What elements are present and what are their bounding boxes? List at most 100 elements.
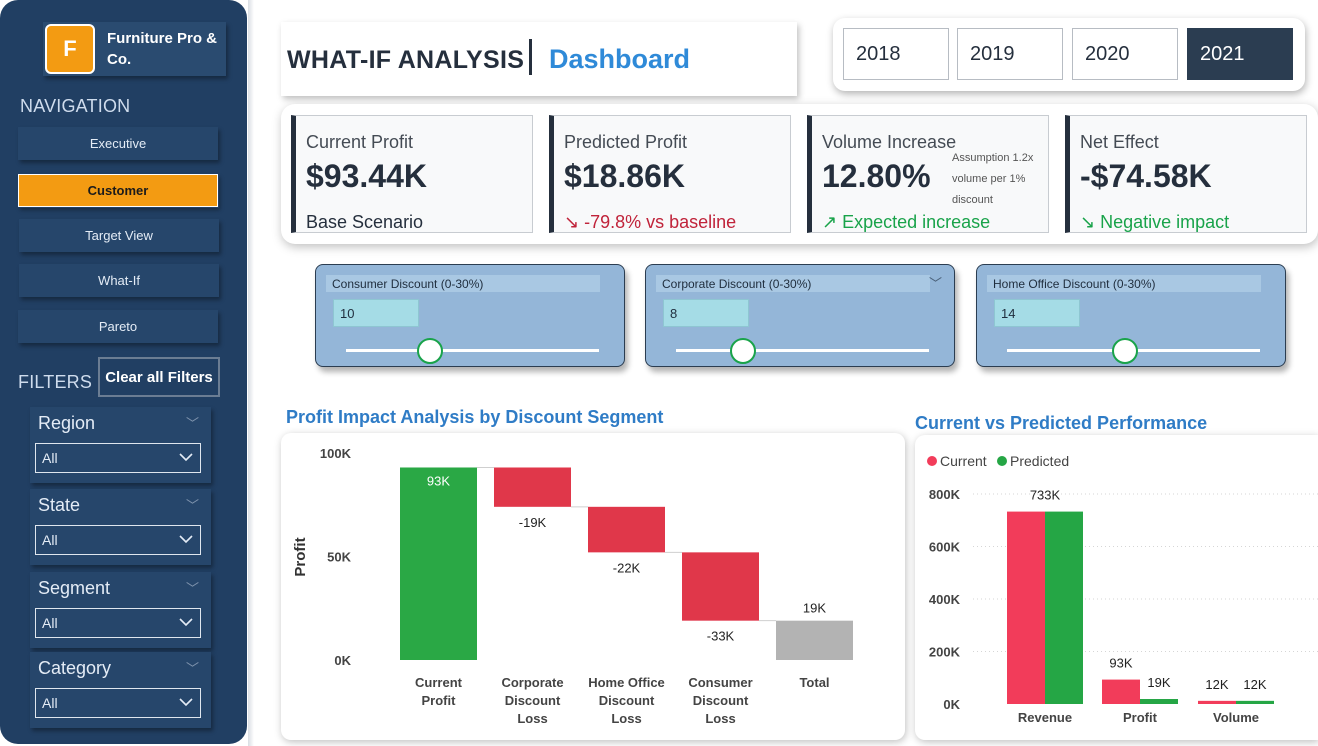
- kpi-net-effect: Net Effect -$74.58K ↘ Negative impact: [1065, 115, 1307, 233]
- y-tick-label: 0K: [334, 653, 351, 668]
- navigation-heading: NAVIGATION: [20, 96, 131, 116]
- kpi-footer: ↗ Expected increase: [822, 212, 991, 232]
- chevron-down-icon: [179, 535, 193, 544]
- bar-current: [1102, 679, 1140, 704]
- filters-heading: FILTERS: [18, 372, 93, 392]
- nav-item-customer[interactable]: Customer: [18, 174, 218, 207]
- year-button-2020[interactable]: 2020: [1072, 28, 1178, 80]
- year-button-2018[interactable]: 2018: [843, 28, 949, 80]
- data-label: 93K: [1109, 656, 1132, 671]
- kpi-value: 12.80%: [822, 158, 931, 194]
- slider-label: Home Office Discount (0-30%): [987, 275, 1261, 292]
- chevron-down-icon[interactable]: ﹀: [186, 578, 199, 597]
- data-label: 12K: [1243, 677, 1266, 692]
- y-axis-label: Profit: [292, 537, 309, 576]
- home-office-discount-slicer: Home Office Discount (0-30%) 14: [976, 264, 1286, 367]
- segment-dropdown[interactable]: All: [35, 608, 201, 638]
- brand-name: Furniture Pro & Co.: [107, 30, 218, 68]
- slider-label: Corporate Discount (0-30%): [656, 275, 930, 292]
- x-tick-label: Revenue: [1018, 710, 1072, 725]
- logo-icon: F: [45, 24, 95, 74]
- bar-current: [1198, 700, 1236, 704]
- sidebar-shadow: [248, 0, 254, 746]
- kpi-panel: Current Profit $93.44K Base Scenario Pre…: [281, 104, 1318, 244]
- home-office-discount-input[interactable]: 14: [994, 299, 1080, 327]
- chevron-down-icon: [179, 453, 193, 462]
- comparison-chart: 0K 200K 400K 600K 800K Current Predicted 733K Re…: [927, 453, 1318, 725]
- data-label: 93K: [427, 473, 450, 488]
- chevron-down-icon[interactable]: ﹀: [186, 495, 199, 514]
- nav-item-pareto[interactable]: Pareto: [18, 310, 218, 343]
- chevron-down-icon[interactable]: ﹀: [186, 658, 199, 677]
- waterfall-chart-panel: 0K 50K 100K Profit 93K Current Profit -19K Corpo…: [281, 433, 905, 740]
- kpi-value: $93.44K: [306, 158, 427, 194]
- dropdown-value: All: [42, 532, 58, 548]
- bar-predicted: [1045, 511, 1083, 704]
- kpi-current-profit: Current Profit $93.44K Base Scenario: [291, 115, 533, 233]
- y-tick-label: 800K: [929, 487, 961, 502]
- y-tick-label: 200K: [929, 645, 961, 660]
- x-tick-label: Volume: [1213, 710, 1259, 725]
- data-label: 12K: [1205, 677, 1228, 692]
- category-dropdown[interactable]: All: [35, 688, 201, 718]
- state-dropdown[interactable]: All: [35, 525, 201, 555]
- bar-predicted: [1140, 699, 1178, 704]
- kpi-note: Assumption 1.2x volume per 1% discount: [952, 152, 1034, 206]
- chevron-down-icon[interactable]: ﹀: [929, 273, 942, 292]
- slider-label: Consumer Discount (0-30%): [326, 275, 600, 292]
- brand-logo: F Furniture Pro & Co.: [43, 22, 226, 76]
- comparison-chart-title: Current vs Predicted Performance: [915, 413, 1208, 433]
- year-button-2021[interactable]: 2021: [1187, 28, 1293, 80]
- filter-segment: Segment ﹀ All: [30, 572, 211, 648]
- consumer-discount-slicer: Consumer Discount (0-30%) 10: [315, 264, 625, 367]
- waterfall-chart: 0K 50K 100K Profit 93K Current Profit -19K Corpo…: [292, 446, 853, 726]
- kpi-title: Net Effect: [1080, 132, 1159, 152]
- waterfall-bar: [494, 467, 571, 507]
- nav-item-executive[interactable]: Executive: [18, 127, 218, 160]
- consumer-discount-input[interactable]: 10: [333, 299, 419, 327]
- corporate-discount-slicer: Corporate Discount (0-30%) ﹀ 8: [645, 264, 955, 367]
- chevron-down-icon[interactable]: ﹀: [186, 413, 199, 432]
- region-dropdown[interactable]: All: [35, 443, 201, 473]
- y-tick-label: 600K: [929, 540, 961, 555]
- page-title: WHAT-IF ANALYSIS: [287, 46, 525, 74]
- slider-thumb[interactable]: [730, 338, 757, 364]
- nav-item-target-view[interactable]: Target View: [19, 219, 219, 252]
- slider-track[interactable]: [676, 349, 929, 352]
- kpi-title: Predicted Profit: [564, 132, 688, 152]
- year-button-2019[interactable]: 2019: [957, 28, 1063, 80]
- y-tick-label: 0K: [943, 697, 960, 712]
- x-tick-label: Discount: [693, 693, 749, 708]
- corporate-discount-input[interactable]: 8: [663, 299, 749, 327]
- slider-thumb[interactable]: [417, 338, 444, 364]
- bar-predicted: [1236, 700, 1274, 704]
- x-tick-label: Current: [415, 675, 463, 690]
- x-tick-label: Discount: [505, 693, 561, 708]
- y-tick-label: 400K: [929, 592, 961, 607]
- data-label: 733K: [1030, 488, 1061, 503]
- page-subtitle: Dashboard: [549, 44, 691, 74]
- waterfall-bar: [400, 467, 477, 660]
- filter-label: Segment: [38, 578, 111, 598]
- kpi-footer: ↘ Negative impact: [1080, 212, 1230, 232]
- filter-label: State: [38, 495, 81, 515]
- filter-region: Region ﹀ All: [30, 407, 211, 483]
- slider-thumb[interactable]: [1112, 338, 1139, 364]
- x-tick-label: Corporate: [501, 675, 563, 690]
- filter-label: Category: [38, 658, 112, 678]
- waterfall-bar: [776, 620, 853, 660]
- slider-track[interactable]: [346, 349, 599, 352]
- clear-filters-button[interactable]: Clear all Filters: [98, 357, 220, 397]
- legend-marker: [927, 456, 937, 466]
- filter-state: State ﹀ All: [30, 489, 211, 565]
- x-tick-label: Loss: [517, 711, 547, 726]
- y-tick-label: 50K: [327, 550, 351, 565]
- kpi-footer: Base Scenario: [306, 212, 424, 232]
- nav-item-what-if[interactable]: What-If: [19, 264, 219, 297]
- kpi-predicted-profit: Predicted Profit $18.86K ↘ -79.8% vs bas…: [549, 115, 791, 233]
- data-label: -19K: [519, 515, 547, 530]
- title-divider: [529, 39, 532, 75]
- x-tick-label: Profit: [1123, 710, 1158, 725]
- data-label: 19K: [803, 601, 826, 616]
- legend-label: Current: [940, 453, 987, 469]
